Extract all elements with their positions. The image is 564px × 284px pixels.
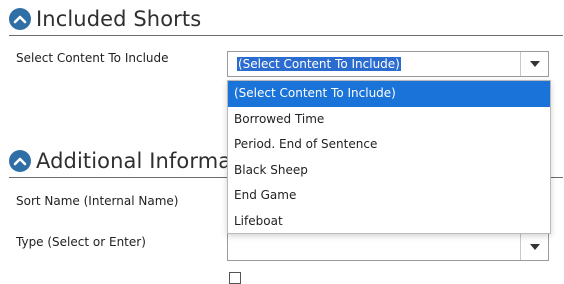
select-content-current-value: (Select Content To Include) [237,57,401,71]
chevron-down-icon [529,244,540,250]
section-header-additional-information[interactable]: Additional Informa [9,146,231,176]
section-divider [9,35,563,36]
checkbox[interactable] [229,272,241,284]
section-title-additional-information: Additional Informa [36,149,232,173]
select-content-options-list[interactable]: (Select Content To Include) Borrowed Tim… [227,80,551,234]
dropdown-option[interactable]: (Select Content To Include) [228,81,550,107]
section-title-included-shorts: Included Shorts [36,7,202,31]
collapse-chevron-up-icon[interactable] [9,8,31,30]
collapse-chevron-up-icon[interactable] [9,150,31,172]
select-content-arrow-button[interactable] [520,52,548,76]
type-select-arrow-button[interactable] [520,234,548,260]
chevron-down-icon [529,61,540,67]
select-content-label: Select Content To Include [16,51,169,65]
type-select-dropdown[interactable] [227,234,549,261]
dropdown-option[interactable]: End Game [228,183,550,209]
section-header-included-shorts[interactable]: Included Shorts [9,4,201,34]
dropdown-option[interactable]: Black Sheep [228,158,550,184]
dropdown-option[interactable]: Period. End of Sentence [228,132,550,158]
type-label: Type (Select or Enter) [16,235,146,249]
dropdown-option[interactable]: Borrowed Time [228,107,550,133]
sort-name-label: Sort Name (Internal Name) [16,194,179,208]
select-content-dropdown[interactable]: (Select Content To Include) [227,51,549,77]
dropdown-option[interactable]: Lifeboat [228,209,550,235]
